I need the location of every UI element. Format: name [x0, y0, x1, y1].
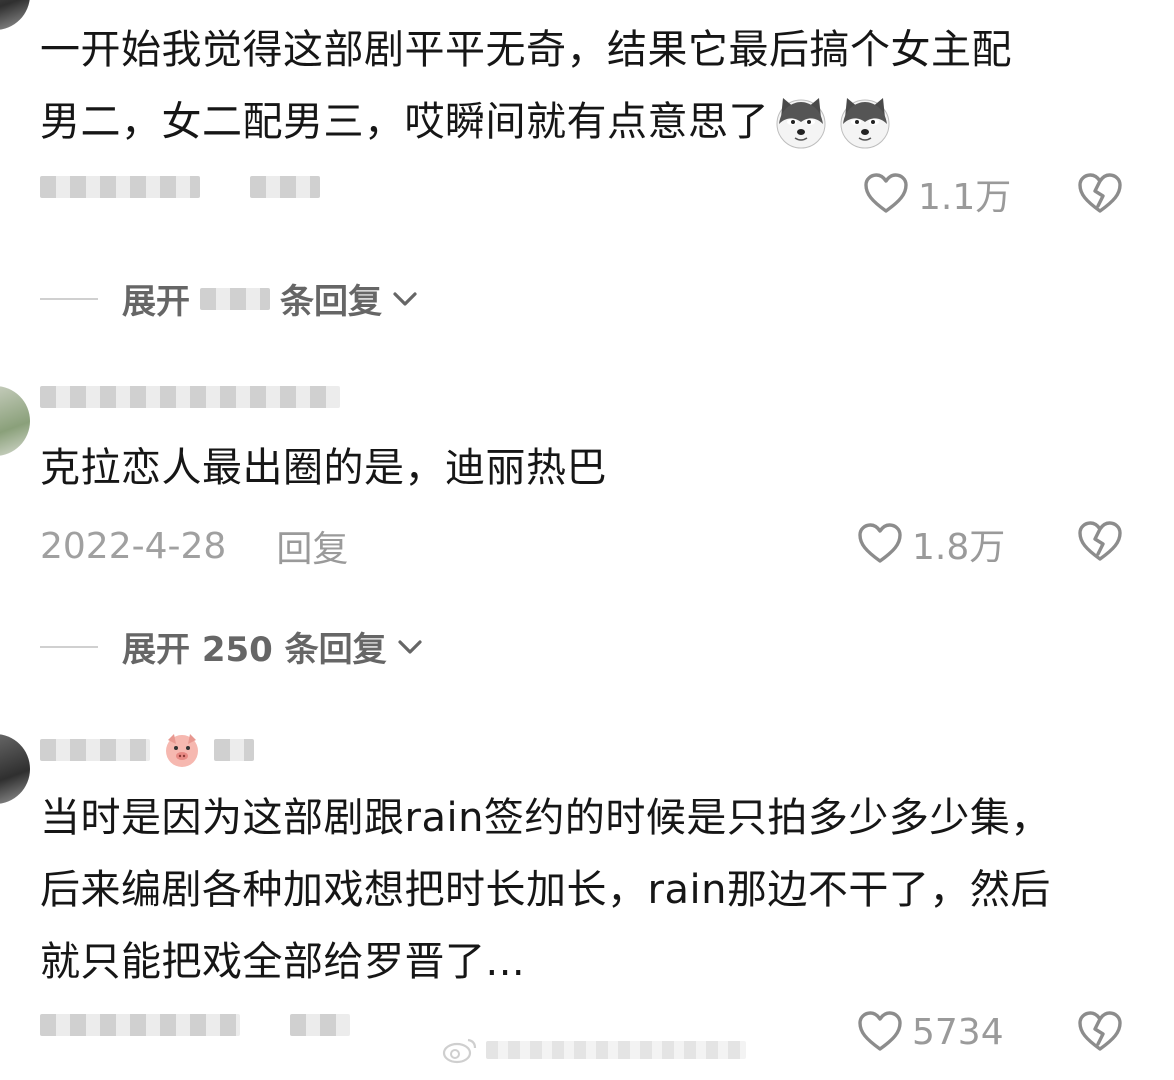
chevron-down-icon [398, 639, 422, 654]
comment-line: 后来编剧各种加戏想把时长加长，rain那边不干了，然后 [40, 867, 1051, 913]
avatar[interactable] [0, 386, 30, 456]
comment-meta: 2022-4-28 回复 [40, 520, 348, 572]
redacted-reply[interactable] [250, 176, 320, 198]
comment-line: 男二，女二配男三，哎瞬间就有点意思了 [40, 86, 1140, 158]
avatar[interactable] [0, 734, 30, 804]
username[interactable] [40, 386, 340, 408]
comment-line: 克拉恋人最出圈的是，迪丽热巴 [40, 445, 607, 491]
expand-suffix: 条回复 [280, 282, 382, 322]
like-button[interactable]: 1.8万 [856, 518, 1005, 570]
like-button[interactable]: 1.1万 [862, 168, 1011, 220]
weibo-logo-icon [442, 1038, 477, 1064]
heart-outline-icon [856, 1008, 904, 1056]
divider-line [40, 297, 98, 300]
redacted-username [40, 386, 340, 408]
comment-text: 一开始我觉得这部剧平平无奇，结果它最后搞个女主配 男二，女二配男三，哎瞬间就有点… [40, 14, 1140, 158]
chevron-down-icon [393, 291, 417, 306]
divider-line [40, 645, 98, 648]
heart-outline-icon [856, 520, 904, 568]
redacted-level [214, 739, 254, 761]
redacted-reply[interactable] [290, 1014, 350, 1036]
broken-heart-icon[interactable] [1076, 518, 1124, 566]
husky-emoji-icon [837, 94, 893, 150]
avatar[interactable] [0, 0, 30, 30]
comment-line: 就只能把戏全部给罗晋了... [40, 939, 526, 985]
comment-date: 2022-4-28 [40, 525, 227, 567]
watermark [442, 1036, 746, 1064]
reply-button[interactable]: 回复 [276, 520, 348, 572]
redacted-watermark [486, 1041, 746, 1059]
comment-line: 当时是因为这部剧跟rain签约的时候是只拍多少多少集， [40, 795, 1051, 841]
comment-text: 当时是因为这部剧跟rain签约的时候是只拍多少多少集， 后来编剧各种加戏想把时长… [40, 782, 1140, 998]
expand-label: 展开 [122, 282, 190, 322]
broken-heart-icon[interactable] [1076, 1008, 1124, 1056]
redacted-date [40, 176, 200, 198]
expand-replies[interactable]: 展开 条回复 [40, 274, 422, 323]
redacted-username [40, 739, 150, 761]
redacted-date [40, 1014, 240, 1036]
expand-replies[interactable]: 展开 250 条回复 [40, 622, 427, 671]
comment-meta [40, 1014, 350, 1036]
pig-badge-icon [166, 734, 198, 767]
like-button[interactable]: 5734 [856, 1008, 1004, 1056]
redacted-count [200, 287, 270, 310]
like-count: 1.1万 [918, 177, 1012, 218]
comment-meta [40, 176, 320, 198]
husky-emoji-icon [773, 94, 829, 150]
broken-heart-icon[interactable] [1076, 170, 1124, 218]
comment-line: 一开始我觉得这部剧平平无奇，结果它最后搞个女主配 [40, 27, 1012, 73]
comment-text: 克拉恋人最出圈的是，迪丽热巴 [40, 432, 1140, 504]
like-count: 1.8万 [912, 527, 1006, 568]
comment-line-text: 男二，女二配男三，哎瞬间就有点意思了 [40, 99, 769, 145]
expand-label: 展开 250 条回复 [122, 630, 387, 670]
like-count: 5734 [912, 1011, 1004, 1053]
username[interactable] [40, 730, 254, 770]
heart-outline-icon [862, 170, 910, 218]
